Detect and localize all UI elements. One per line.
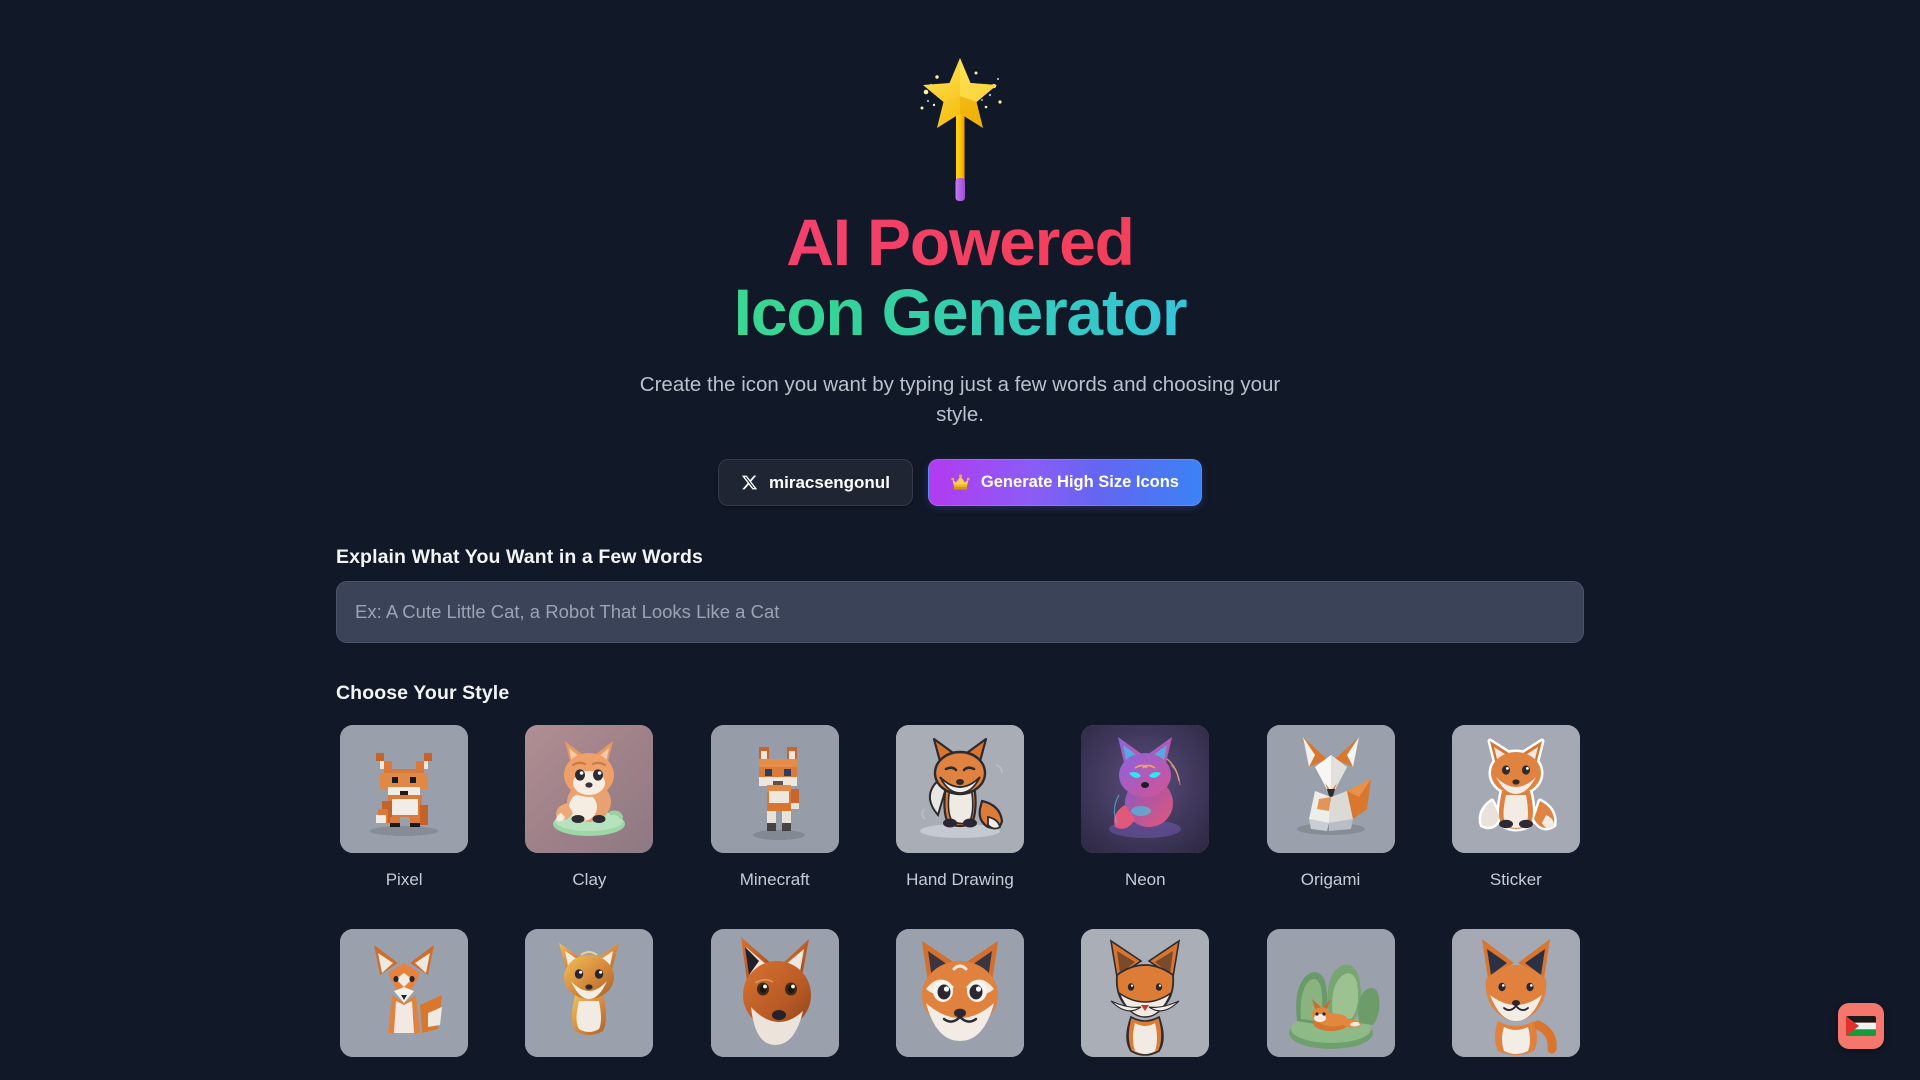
style-label: Origami xyxy=(1300,870,1361,890)
prompt-label: Explain What You Want in a Few Words xyxy=(336,546,703,569)
style-card-row2-5[interactable] xyxy=(1081,929,1210,1080)
style-label xyxy=(1452,1074,1580,1080)
generate-button-label: Generate High Size Icons xyxy=(980,473,1179,492)
style-label xyxy=(896,1074,1024,1080)
style-label xyxy=(340,1074,468,1080)
fox-realistic-photo-icon xyxy=(710,929,839,1058)
fox-low-poly-icon xyxy=(340,929,469,1058)
fox-flat-vector-icon xyxy=(1451,929,1580,1058)
style-card-row2-6[interactable] xyxy=(1266,929,1395,1080)
palestine-flag-icon xyxy=(1846,1016,1876,1036)
fox-clay-figurine-icon xyxy=(525,725,654,854)
style-label: Clay xyxy=(572,870,607,890)
style-label: Hand Drawing xyxy=(906,870,1014,890)
palestine-flag-button[interactable] xyxy=(1838,1003,1884,1049)
main-content: Explain What You Want in a Few Words Cho… xyxy=(336,506,1584,1080)
fox-metallic-gold-icon xyxy=(525,929,654,1058)
style-card-sticker[interactable]: Sticker xyxy=(1451,725,1580,892)
fox-isometric-scene-icon xyxy=(1266,929,1395,1058)
magic-wand-icon xyxy=(0,52,1920,202)
style-grid-row-1: Pixel Clay Minecraft Hand Drawing Neon O… xyxy=(336,725,1584,892)
style-grid-row-spacer xyxy=(336,892,1584,929)
style-card-origami[interactable]: Origami xyxy=(1266,725,1395,892)
style-label: Minecraft xyxy=(739,870,810,890)
crown-icon xyxy=(951,474,970,491)
page-subtitle: Create the icon you want by typing just … xyxy=(639,372,1281,426)
style-card-row2-3[interactable] xyxy=(710,929,839,1080)
style-card-pixel[interactable]: Pixel xyxy=(340,725,469,892)
style-card-hand-drawing[interactable]: Hand Drawing xyxy=(895,725,1024,892)
generate-high-size-icons-button[interactable]: Generate High Size Icons xyxy=(927,459,1202,507)
style-label: Neon xyxy=(1124,870,1166,890)
fox-sticker-cutout-icon xyxy=(1451,725,1580,854)
prompt-input[interactable] xyxy=(336,581,1584,644)
fox-voxel-blocks-icon xyxy=(710,725,839,854)
style-card-row2-2[interactable] xyxy=(525,929,654,1080)
fox-origami-paper-icon xyxy=(1266,725,1395,854)
style-label xyxy=(711,1074,839,1080)
cta-button-row: miracsengonul Generate High Size Icons xyxy=(0,459,1920,507)
hero-section: AI Powered Icon Generator Create the ico… xyxy=(0,0,1920,507)
style-label xyxy=(525,1074,653,1080)
style-card-clay[interactable]: Clay xyxy=(525,725,654,892)
app-root: AI Powered Icon Generator Create the ico… xyxy=(0,0,1920,1080)
choose-style-label: Choose Your Style xyxy=(336,682,510,705)
x-twitter-icon xyxy=(741,474,758,491)
fox-hand-drawn-icon xyxy=(895,725,1024,854)
page-title: AI Powered Icon Generator xyxy=(0,207,1920,348)
fox-cartoon-3d-icon xyxy=(895,929,1024,1058)
style-card-minecraft[interactable]: Minecraft xyxy=(710,725,839,892)
twitter-handle-label: miracsengonul xyxy=(769,472,890,492)
fox-pixel-art-icon xyxy=(340,725,469,854)
twitter-profile-button[interactable]: miracsengonul xyxy=(718,459,913,507)
style-card-row2-7[interactable] xyxy=(1451,929,1580,1080)
style-label: Sticker xyxy=(1489,870,1542,890)
style-grid-row-2 xyxy=(336,929,1584,1080)
fox-neon-glow-icon xyxy=(1081,725,1210,854)
style-label xyxy=(1081,1074,1209,1080)
style-label: Pixel xyxy=(385,870,423,890)
style-card-neon[interactable]: Neon xyxy=(1081,725,1210,892)
style-card-row2-1[interactable] xyxy=(340,929,469,1080)
fox-line-art-icon xyxy=(1081,929,1210,1058)
style-label xyxy=(1267,1074,1395,1080)
title-line-2: Icon Generator xyxy=(0,277,1920,348)
style-card-row2-4[interactable] xyxy=(895,929,1024,1080)
title-line-1: AI Powered xyxy=(0,207,1920,278)
